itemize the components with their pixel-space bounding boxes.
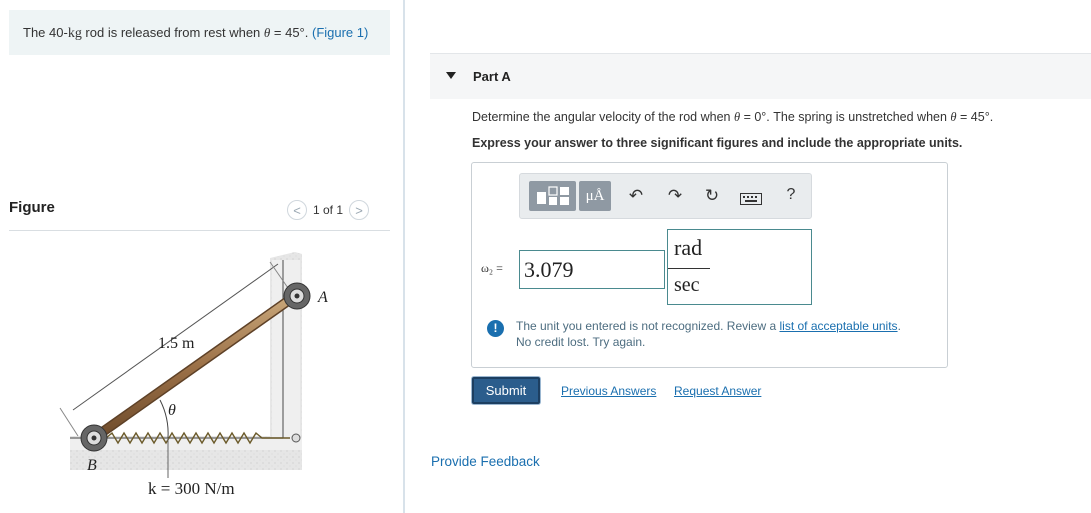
unit-denominator: sec <box>674 274 700 296</box>
problem-text-1: The 40- <box>23 25 68 40</box>
answer-instructions: Express your answer to three significant… <box>472 136 963 150</box>
theta-label: θ <box>168 402 176 419</box>
undo-icon[interactable]: ↶ <box>626 186 646 206</box>
figure-title: Figure <box>9 199 55 216</box>
unit-numerator: rad <box>674 235 703 260</box>
panel-divider <box>403 0 405 513</box>
provide-feedback-link[interactable]: Provide Feedback <box>431 454 540 469</box>
mass-unit: kg <box>67 26 82 41</box>
chevron-left-icon: < <box>293 202 301 218</box>
reset-icon[interactable]: ↻ <box>702 186 722 206</box>
answer-units-field[interactable]: rad sec <box>667 229 812 305</box>
error-message: The unit you entered is not recognized. … <box>516 318 901 350</box>
problem-text-2: rod is released from rest when <box>81 25 264 40</box>
math-toolbar: μÅ ↶ ↷ ↻ ? <box>519 173 812 219</box>
units-icon: μÅ <box>585 187 605 204</box>
question-part-2: = 0°. The spring is unstretched when <box>740 110 951 124</box>
templates-icon <box>536 186 569 205</box>
figure-counter: 1 of 1 <box>313 203 344 217</box>
point-b-label: B <box>87 457 97 474</box>
answer-value-field[interactable]: 3.079 <box>519 250 665 289</box>
problem-text-3: = 45°. <box>270 25 312 40</box>
question-part-1: Determine the angular velocity of the ro… <box>472 110 734 124</box>
error-text-2: . <box>897 319 901 333</box>
units-button[interactable]: μÅ <box>579 181 611 211</box>
figure-prev-button[interactable]: < <box>287 200 307 220</box>
figure-link[interactable]: (Figure 1) <box>312 25 368 40</box>
figure-divider <box>9 230 390 231</box>
error-icon: ! <box>487 320 504 337</box>
submit-button[interactable]: Submit <box>472 377 540 404</box>
keyboard-icon[interactable] <box>740 190 762 210</box>
problem-statement: The 40-kg rod is released from rest when… <box>9 10 390 55</box>
point-a-label: A <box>317 289 328 306</box>
spring-constant-label: k = 300 N/m <box>148 479 235 498</box>
question-text: Determine the angular velocity of the ro… <box>472 110 993 125</box>
question-part-3: = 45°. <box>956 110 994 124</box>
previous-answers-link[interactable]: Previous Answers <box>561 384 656 398</box>
figure-next-button[interactable]: > <box>349 200 370 220</box>
variable-label: ω₂ = <box>481 261 503 275</box>
error-text-1: The unit you entered is not recognized. … <box>516 319 780 333</box>
redo-icon[interactable]: ↷ <box>665 186 685 206</box>
chevron-right-icon: > <box>355 202 363 218</box>
rod-spring-figure: 1.5 m θ A B k = 300 N/m <box>59 252 328 498</box>
help-icon[interactable]: ? <box>781 186 801 204</box>
error-text-3: No credit lost. Try again. <box>516 335 646 349</box>
figure-navigation: < 1 of 1 > <box>287 200 370 220</box>
request-answer-link[interactable]: Request Answer <box>674 384 761 398</box>
rod <box>90 292 299 442</box>
acceptable-units-link[interactable]: list of acceptable units <box>779 319 897 333</box>
part-a-header[interactable]: Part A <box>430 53 1091 99</box>
part-label: Part A <box>473 69 511 84</box>
caret-down-icon <box>446 72 456 79</box>
length-label: 1.5 m <box>158 335 195 352</box>
templates-button[interactable] <box>529 181 576 211</box>
fraction-bar <box>668 268 710 269</box>
